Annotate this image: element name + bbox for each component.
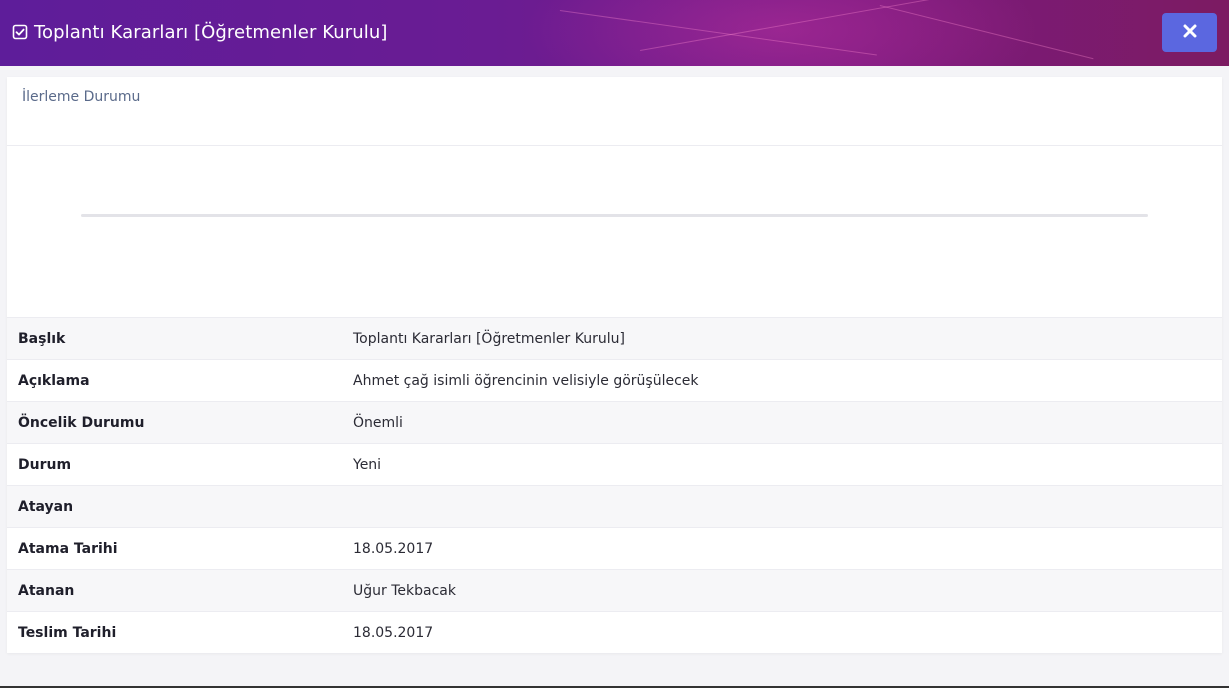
detail-label: Atayan bbox=[7, 485, 342, 528]
detail-value: Yeni bbox=[342, 443, 1222, 486]
details-table: Başlık Toplantı Kararları [Öğretmenler Ku… bbox=[7, 317, 1222, 654]
table-row: Başlık Toplantı Kararları [Öğretmenler Ku… bbox=[7, 317, 1222, 360]
modal-title: Toplantı Kararları [Öğretmenler Kurulu] bbox=[12, 19, 388, 45]
table-row: Atama Tarihi 18.05.2017 bbox=[7, 527, 1222, 570]
detail-label: Açıklama bbox=[7, 359, 342, 402]
detail-value bbox=[342, 485, 1222, 528]
progress-area bbox=[7, 146, 1222, 317]
task-detail-card: İlerleme Durumu Başlık Toplantı Kararları… bbox=[7, 77, 1222, 654]
modal-header: Toplantı Kararları [Öğretmenler Kurulu] bbox=[0, 0, 1229, 66]
table-row: Öncelik Durumu Önemli bbox=[7, 401, 1222, 444]
progress-section-title: İlerleme Durumu bbox=[22, 89, 141, 105]
progress-bar bbox=[81, 214, 1148, 217]
header-glow bbox=[520, 0, 1040, 66]
detail-value: 18.05.2017 bbox=[342, 527, 1222, 570]
detail-value: Uğur Tekbacak bbox=[342, 569, 1222, 612]
detail-label: Durum bbox=[7, 443, 342, 486]
modal-title-text: Toplantı Kararları [Öğretmenler Kurulu] bbox=[34, 21, 388, 43]
detail-value: 18.05.2017 bbox=[342, 611, 1222, 654]
table-row: Atayan bbox=[7, 485, 1222, 528]
detail-label: Atama Tarihi bbox=[7, 527, 342, 570]
checkbox-checked-icon bbox=[12, 24, 28, 40]
detail-label: Başlık bbox=[7, 317, 342, 360]
detail-value: Ahmet çağ isimli öğrencinin velisiyle gö… bbox=[342, 359, 1222, 402]
close-button[interactable] bbox=[1162, 13, 1217, 52]
table-row: Durum Yeni bbox=[7, 443, 1222, 486]
close-icon bbox=[1183, 24, 1197, 41]
table-row: Atanan Uğur Tekbacak bbox=[7, 569, 1222, 612]
detail-label: Teslim Tarihi bbox=[7, 611, 342, 654]
detail-label: Atanan bbox=[7, 569, 342, 612]
detail-value: Toplantı Kararları [Öğretmenler Kurulu] bbox=[342, 317, 1222, 360]
detail-label: Öncelik Durumu bbox=[7, 401, 342, 444]
table-row: Teslim Tarihi 18.05.2017 bbox=[7, 611, 1222, 654]
progress-section-header: İlerleme Durumu bbox=[7, 77, 1222, 146]
table-row: Açıklama Ahmet çağ isimli öğrencinin veli… bbox=[7, 359, 1222, 402]
detail-value: Önemli bbox=[342, 401, 1222, 444]
